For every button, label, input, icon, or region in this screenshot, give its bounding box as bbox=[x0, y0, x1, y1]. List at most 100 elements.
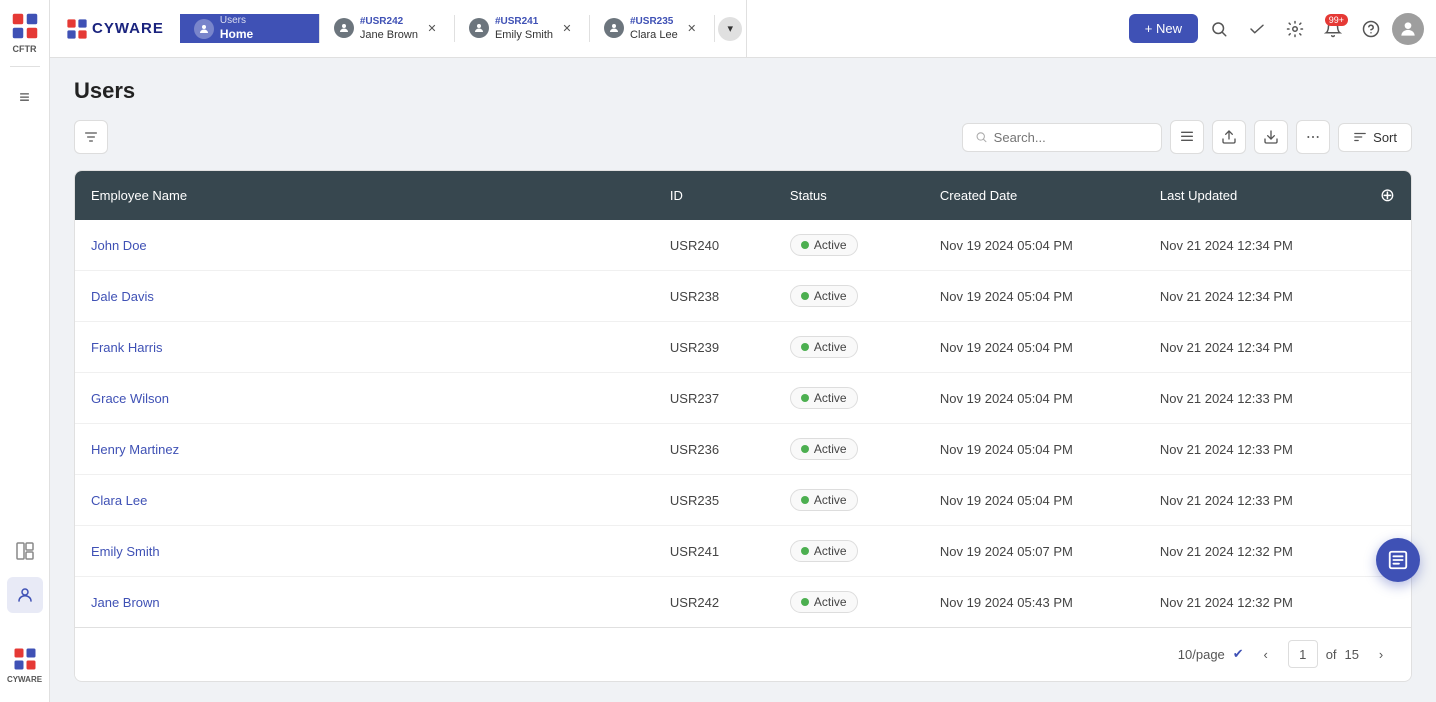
employee-id: USR237 bbox=[654, 373, 774, 424]
employee-name-link[interactable]: John Doe bbox=[91, 238, 147, 253]
row-action bbox=[1364, 577, 1411, 628]
sidebar-menu-icon[interactable]: ≡ bbox=[7, 79, 43, 115]
prev-page-button[interactable]: ‹ bbox=[1252, 640, 1280, 668]
status-dot bbox=[801, 445, 809, 453]
employee-status: Active bbox=[774, 526, 924, 577]
sort-button[interactable]: Sort bbox=[1338, 123, 1412, 152]
tab-usr242-id: #USR242 bbox=[360, 15, 418, 28]
employee-name-link[interactable]: Clara Lee bbox=[91, 493, 147, 508]
employee-status: Active bbox=[774, 220, 924, 271]
filter-button[interactable] bbox=[74, 120, 108, 154]
last-updated: Nov 21 2024 12:34 PM bbox=[1144, 271, 1364, 322]
created-date: Nov 19 2024 05:07 PM bbox=[924, 526, 1144, 577]
status-dot bbox=[801, 598, 809, 606]
created-date: Nov 19 2024 05:43 PM bbox=[924, 577, 1144, 628]
employee-name-link[interactable]: Frank Harris bbox=[91, 340, 163, 355]
status-dot bbox=[801, 394, 809, 402]
status-label: Active bbox=[814, 493, 847, 507]
col-last-updated: Last Updated bbox=[1144, 171, 1364, 220]
app-name-label: CYWARE bbox=[92, 20, 164, 37]
of-label: of bbox=[1326, 647, 1337, 662]
last-updated: Nov 21 2024 12:33 PM bbox=[1144, 475, 1364, 526]
search-input[interactable] bbox=[994, 130, 1149, 145]
next-page-button[interactable]: › bbox=[1367, 640, 1395, 668]
row-action bbox=[1364, 475, 1411, 526]
per-page-check-icon[interactable]: ✔ bbox=[1233, 646, 1244, 662]
employee-status: Active bbox=[774, 373, 924, 424]
status-dot bbox=[801, 241, 809, 249]
help-nav-button[interactable] bbox=[1354, 12, 1388, 46]
employee-name-link[interactable]: Grace Wilson bbox=[91, 391, 169, 406]
employee-status: Active bbox=[774, 271, 924, 322]
search-nav-button[interactable] bbox=[1202, 12, 1236, 46]
tab-usr235-close[interactable]: ✕ bbox=[684, 20, 700, 36]
employee-name-link[interactable]: Dale Davis bbox=[91, 289, 154, 304]
sidebar: CFTR ≡ bbox=[0, 0, 50, 702]
list-view-button[interactable] bbox=[1170, 120, 1204, 154]
tab-icon-usr235 bbox=[604, 18, 624, 38]
tab-usr241-close[interactable]: ✕ bbox=[559, 20, 575, 36]
import-button[interactable] bbox=[1212, 120, 1246, 154]
tab-users-home[interactable]: Users Home bbox=[180, 14, 320, 43]
created-date: Nov 19 2024 05:04 PM bbox=[924, 322, 1144, 373]
employee-id: USR240 bbox=[654, 220, 774, 271]
employee-id: USR242 bbox=[654, 577, 774, 628]
created-date: Nov 19 2024 05:04 PM bbox=[924, 271, 1144, 322]
notifications-nav-button[interactable]: 99+ bbox=[1316, 12, 1350, 46]
table-row: Dale Davis USR238 Active Nov 19 2024 05:… bbox=[75, 271, 1411, 322]
page-title: Users bbox=[74, 78, 1412, 104]
sidebar-cyware-logo: CYWARE bbox=[7, 645, 42, 692]
employee-status: Active bbox=[774, 577, 924, 628]
tab-icon-users-home bbox=[194, 19, 214, 39]
status-label: Active bbox=[814, 544, 847, 558]
new-button[interactable]: + New bbox=[1129, 14, 1198, 43]
tab-usr241[interactable]: #USR241 Emily Smith ✕ bbox=[455, 15, 590, 42]
last-updated: Nov 21 2024 12:34 PM bbox=[1144, 220, 1364, 271]
tab-usr242[interactable]: #USR242 Jane Brown ✕ bbox=[320, 15, 455, 42]
export-button[interactable] bbox=[1254, 120, 1288, 154]
current-page-number: 1 bbox=[1288, 640, 1318, 668]
tab-usr235[interactable]: #USR235 Clara Lee ✕ bbox=[590, 15, 715, 42]
employee-name-link[interactable]: Emily Smith bbox=[91, 544, 160, 559]
col-created-date: Created Date bbox=[924, 171, 1144, 220]
status-label: Active bbox=[814, 289, 847, 303]
employee-name-link[interactable]: Jane Brown bbox=[91, 595, 160, 610]
more-options-button[interactable] bbox=[1296, 120, 1330, 154]
employee-name-link[interactable]: Henry Martinez bbox=[91, 442, 179, 457]
total-pages-label: 15 bbox=[1345, 647, 1359, 662]
sidebar-logo: CFTR bbox=[9, 10, 41, 54]
table-row: Henry Martinez USR236 Active Nov 19 2024… bbox=[75, 424, 1411, 475]
tab-icon-usr241 bbox=[469, 18, 489, 38]
last-updated: Nov 21 2024 12:32 PM bbox=[1144, 526, 1364, 577]
row-action bbox=[1364, 373, 1411, 424]
tab-users-home-sub: Home bbox=[220, 27, 253, 43]
row-action bbox=[1364, 271, 1411, 322]
sidebar-panel-icon[interactable] bbox=[7, 533, 43, 569]
search-box[interactable] bbox=[962, 123, 1162, 152]
status-dot bbox=[801, 496, 809, 504]
tab-usr241-name: Emily Smith bbox=[495, 28, 553, 42]
settings-nav-button[interactable] bbox=[1278, 12, 1312, 46]
per-page-label: 10/page bbox=[1178, 647, 1225, 662]
table-row: Clara Lee USR235 Active Nov 19 2024 05:0… bbox=[75, 475, 1411, 526]
checkmark-nav-button[interactable] bbox=[1240, 12, 1274, 46]
row-action bbox=[1364, 424, 1411, 475]
employee-id: USR236 bbox=[654, 424, 774, 475]
tab-users-home-main: Users bbox=[220, 14, 253, 27]
sidebar-users-icon[interactable] bbox=[7, 577, 43, 613]
fab-notes-button[interactable] bbox=[1376, 538, 1420, 582]
tab-usr242-close[interactable]: ✕ bbox=[424, 20, 440, 36]
top-nav: CYWARE Users Home bbox=[50, 0, 1436, 58]
nav-actions: + New bbox=[1129, 12, 1436, 46]
notification-badge: 99+ bbox=[1325, 14, 1348, 26]
col-add-action[interactable]: ⊕ bbox=[1364, 171, 1411, 220]
tab-more-button[interactable]: ▾ bbox=[715, 0, 747, 57]
status-label: Active bbox=[814, 442, 847, 456]
last-updated: Nov 21 2024 12:33 PM bbox=[1144, 424, 1364, 475]
employee-id: USR241 bbox=[654, 526, 774, 577]
employee-status: Active bbox=[774, 322, 924, 373]
tab-usr241-id: #USR241 bbox=[495, 15, 553, 28]
row-action bbox=[1364, 322, 1411, 373]
employee-status: Active bbox=[774, 475, 924, 526]
user-avatar[interactable] bbox=[1392, 13, 1424, 45]
